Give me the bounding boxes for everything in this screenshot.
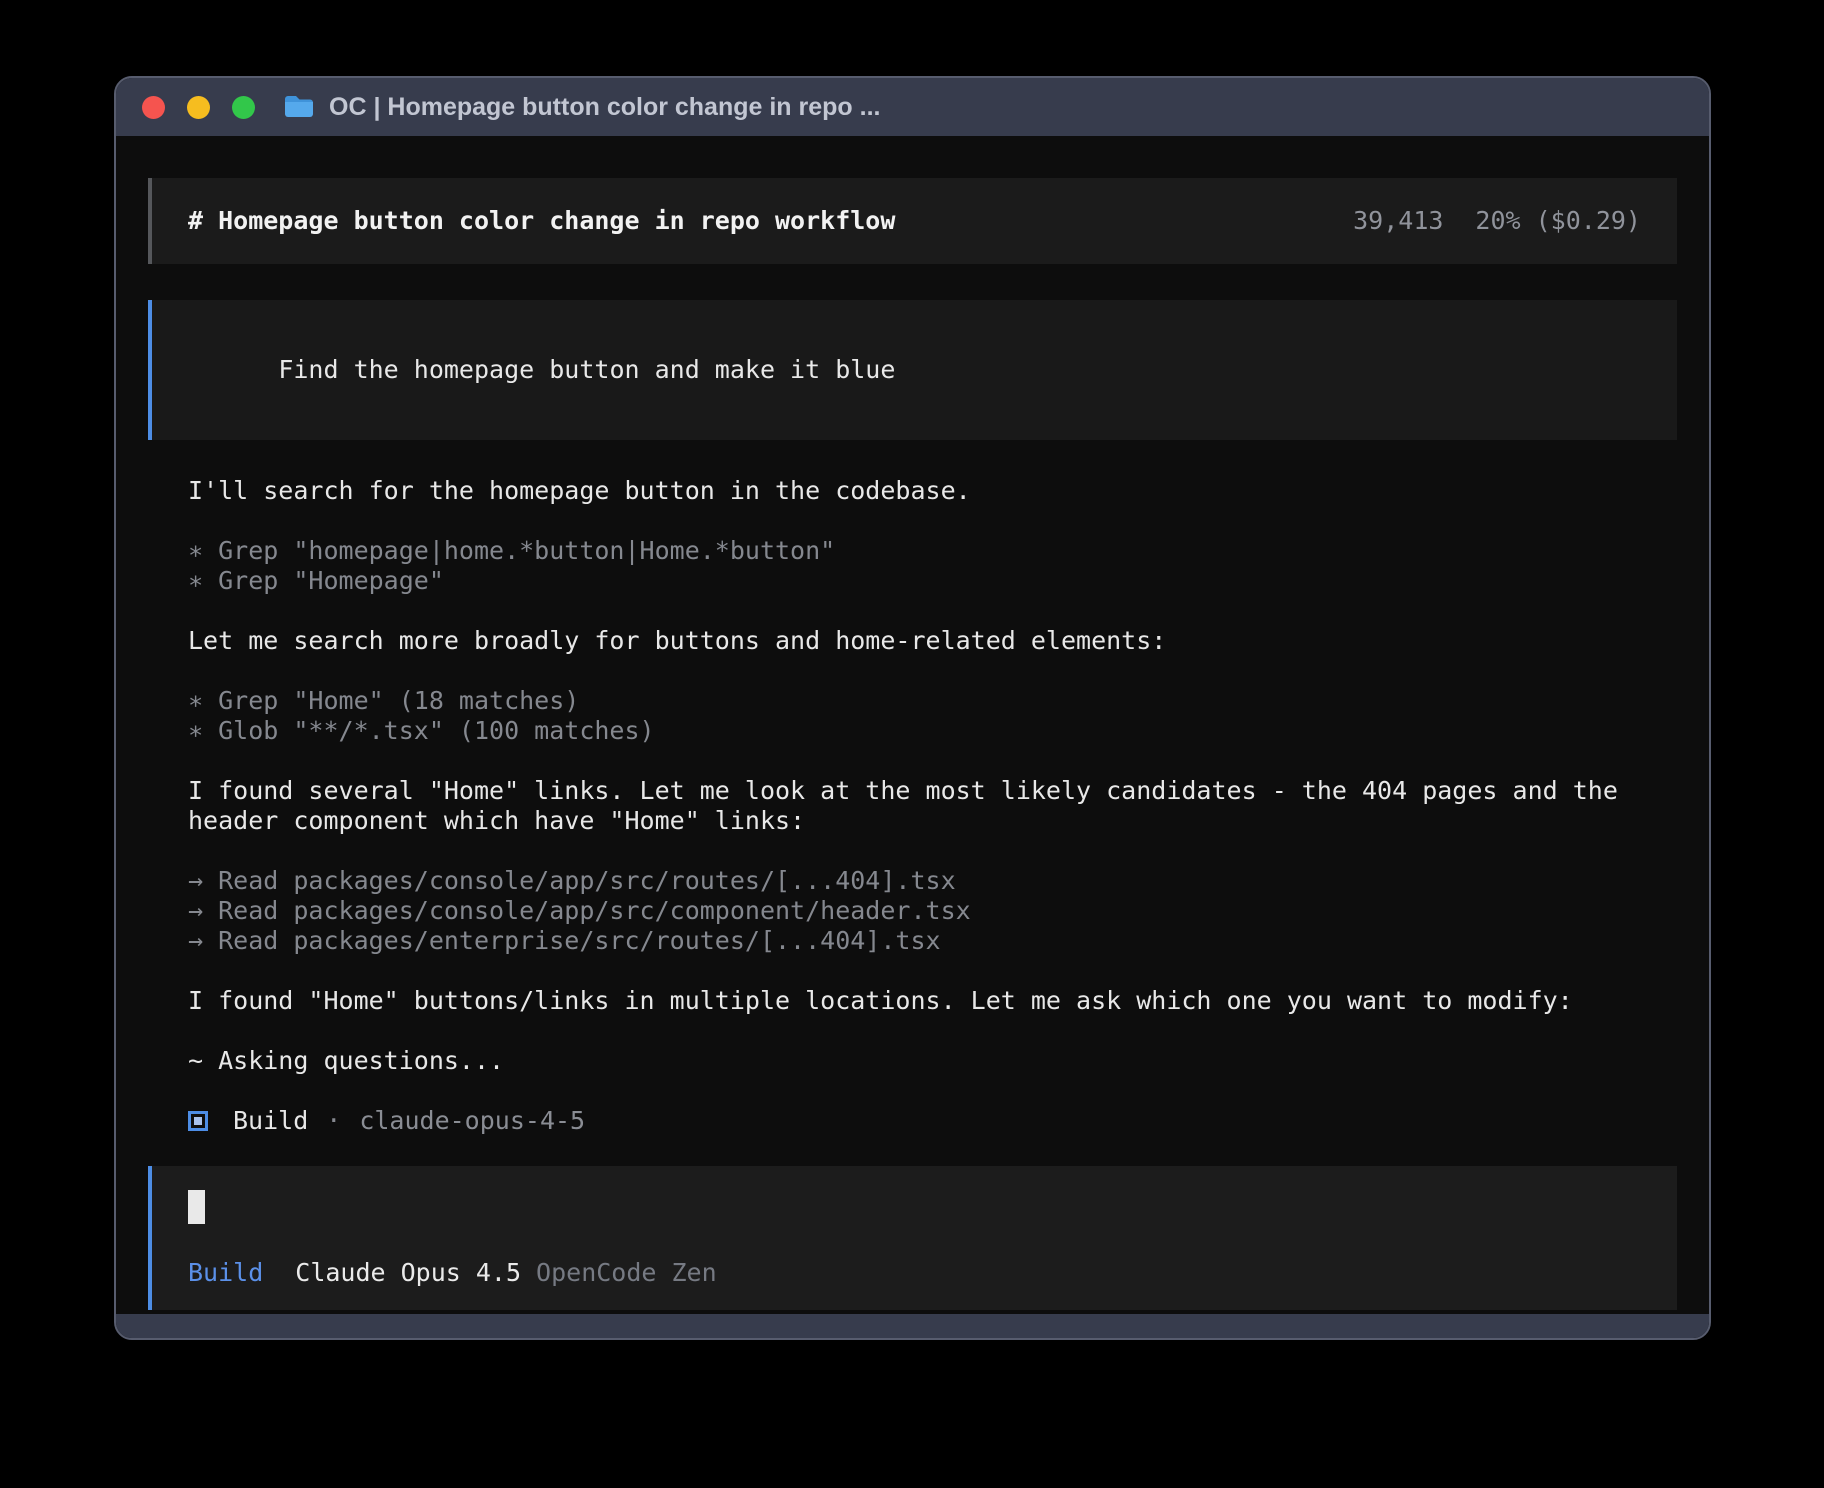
window-controls <box>142 96 255 119</box>
text-cursor <box>188 1190 205 1224</box>
context-usage: 20% ($0.29) <box>1475 206 1641 236</box>
session-header: # Homepage button color change in repo w… <box>148 178 1677 264</box>
user-message: Find the homepage button and make it blu… <box>148 300 1677 440</box>
agent-mode-label: Build <box>188 1258 263 1288</box>
assistant-message: I found "Home" buttons/links in multiple… <box>188 986 1677 1016</box>
assistant-message: I found several "Home" links. Let me loo… <box>188 776 1677 836</box>
status-message: ~ Asking questions... <box>188 1046 1677 1076</box>
user-message-text: Find the homepage button and make it blu… <box>278 355 895 384</box>
assistant-text-line: Let me search more broadly for buttons a… <box>188 626 1677 656</box>
input-status-row: Build Claude Opus 4.5 OpenCode Zen <box>188 1258 1641 1288</box>
close-button[interactable] <box>142 96 165 119</box>
build-agent-icon <box>188 1111 208 1131</box>
tool-call-group: ∗ Grep "homepage|home.*button|Home.*butt… <box>188 536 1677 596</box>
assistant-text-line: I'll search for the homepage button in t… <box>188 476 1677 506</box>
assistant-message: I'll search for the homepage button in t… <box>188 476 1677 506</box>
tool-call-group: ∗ Grep "Home" (18 matches) ∗ Glob "**/*.… <box>188 686 1677 746</box>
tool-call-group: → Read packages/console/app/src/routes/[… <box>188 866 1677 956</box>
agent-separator-dot: · <box>326 1106 341 1136</box>
agent-model-id: claude-opus-4-5 <box>359 1106 585 1136</box>
assistant-message: Let me search more broadly for buttons a… <box>188 626 1677 656</box>
grep-tool-line: ∗ Grep "Homepage" <box>188 566 1677 596</box>
agent-name: Build <box>233 1106 308 1136</box>
zoom-button[interactable] <box>232 96 255 119</box>
terminal-content: # Homepage button color change in repo w… <box>116 136 1709 1314</box>
folder-icon <box>283 94 315 120</box>
glob-tool-line: ∗ Glob "**/*.tsx" (100 matches) <box>188 716 1677 746</box>
asking-questions-status: ~ Asking questions... <box>188 1046 1677 1076</box>
session-stats: 39,413 20% ($0.29) <box>1353 206 1641 236</box>
window-bottom-edge <box>116 1314 1709 1338</box>
assistant-text-line: header component which have "Home" links… <box>188 806 1677 836</box>
conversation: I'll search for the homepage button in t… <box>188 476 1677 1136</box>
grep-tool-line: ∗ Grep "homepage|home.*button|Home.*butt… <box>188 536 1677 566</box>
read-tool-line: → Read packages/console/app/src/routes/[… <box>188 866 1677 896</box>
session-title: # Homepage button color change in repo w… <box>188 206 895 236</box>
read-tool-line: → Read packages/console/app/src/componen… <box>188 896 1677 926</box>
token-count: 39,413 <box>1353 206 1443 236</box>
prompt-input[interactable]: Build Claude Opus 4.5 OpenCode Zen <box>148 1166 1677 1310</box>
terminal-window: OC | Homepage button color change in rep… <box>114 76 1711 1340</box>
window-title: OC | Homepage button color change in rep… <box>329 93 880 122</box>
agent-status-row: Build · claude-opus-4-5 <box>188 1106 1677 1136</box>
assistant-text-line: I found several "Home" links. Let me loo… <box>188 776 1677 806</box>
model-label: Claude Opus 4.5 <box>295 1258 521 1288</box>
minimize-button[interactable] <box>187 96 210 119</box>
read-tool-line: → Read packages/enterprise/src/routes/[.… <box>188 926 1677 956</box>
grep-tool-line: ∗ Grep "Home" (18 matches) <box>188 686 1677 716</box>
window-titlebar[interactable]: OC | Homepage button color change in rep… <box>116 78 1709 136</box>
assistant-text-line: I found "Home" buttons/links in multiple… <box>188 986 1677 1016</box>
provider-label: OpenCode Zen <box>536 1258 717 1288</box>
